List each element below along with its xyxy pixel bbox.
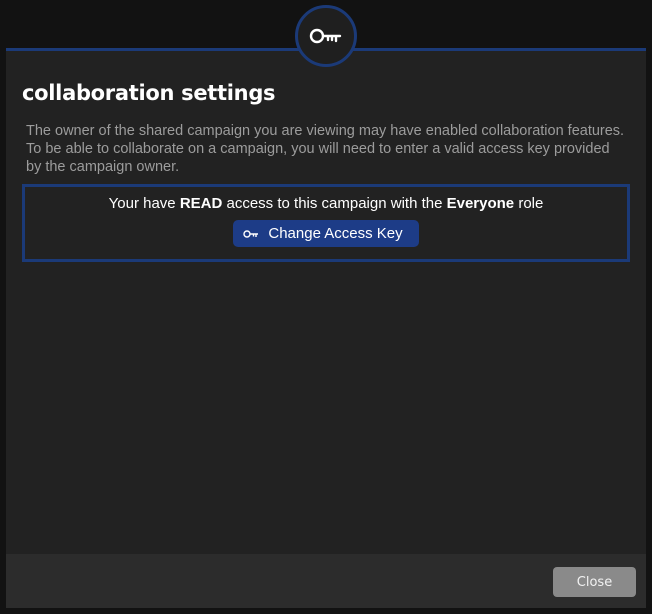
access-middle: access to this campaign with the: [222, 195, 447, 212]
access-prefix: Your have: [108, 195, 180, 212]
close-button[interactable]: Close: [553, 567, 636, 597]
access-level: READ: [179, 195, 223, 212]
key-icon: [243, 229, 259, 238]
change-access-key-button[interactable]: Change Access Key: [233, 220, 419, 247]
access-status-text: Your have READ access to this campaign w…: [25, 195, 627, 212]
dialog-footer: Close: [6, 554, 646, 608]
dialog-description: The owner of the shared campaign you are…: [26, 123, 625, 175]
change-access-key-label: Change Access Key: [268, 225, 403, 242]
dialog-title: collaboration settings: [22, 81, 276, 105]
collaboration-settings-dialog: collaboration settings The owner of the …: [6, 48, 646, 608]
collaboration-key-badge: [295, 5, 357, 67]
access-suffix: role: [514, 195, 544, 212]
access-role: Everyone: [446, 195, 515, 212]
key-icon: [309, 28, 342, 44]
access-info-panel: Your have READ access to this campaign w…: [22, 184, 630, 262]
